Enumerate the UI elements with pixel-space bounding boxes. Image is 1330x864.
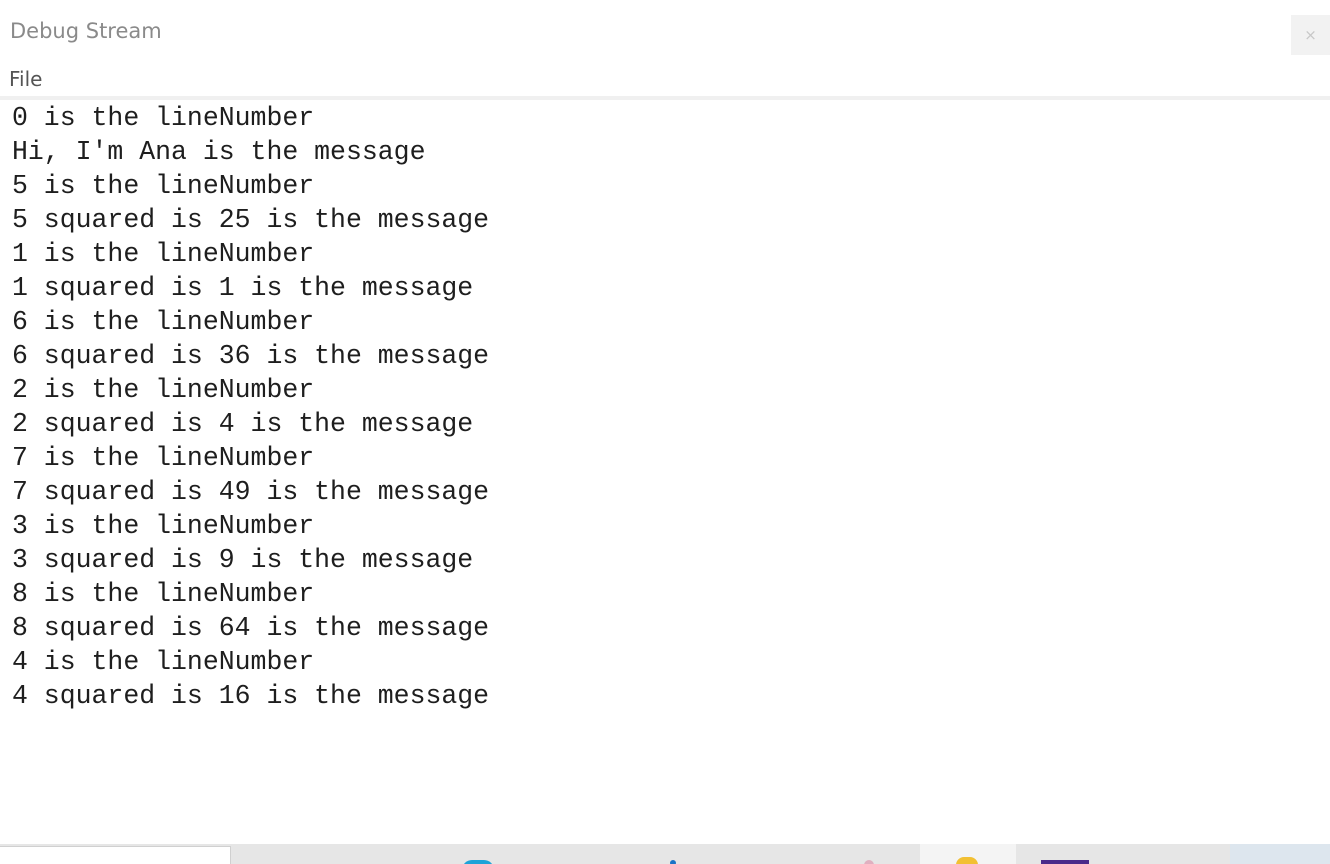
taskbar [0,844,1330,864]
output-line: 3 squared is 9 is the message [12,545,474,575]
pin-icon[interactable] [864,860,874,864]
taskbar-tray [1230,844,1330,864]
taskbar-search-box[interactable] [0,846,231,864]
window-title: Debug Stream [10,19,162,43]
output-line: 8 squared is 64 is the message [12,613,490,643]
taskbar-dot-icon[interactable] [670,860,676,864]
title-bar: Debug Stream × [0,0,1330,62]
app-icon[interactable] [1041,860,1089,864]
output-line: 0 is the lineNumber [12,103,315,133]
output-line: 5 is the lineNumber [12,171,315,201]
output-line: 2 squared is 4 is the message [12,409,474,439]
output-line: 7 squared is 49 is the message [12,477,490,507]
close-button[interactable]: × [1291,15,1330,55]
debug-output-area[interactable]: 0 is the lineNumber Hi, I'm Ana is the m… [0,100,1330,844]
output-line: 7 is the lineNumber [12,443,315,473]
edge-icon[interactable] [462,860,494,864]
output-line: Hi, I'm Ana is the message [12,137,426,167]
folder-icon[interactable] [956,857,978,864]
output-line: 6 is the lineNumber [12,307,315,337]
menu-bar: File [0,62,1330,96]
debug-stream-window: Debug Stream × File 0 is the lineNumber … [0,0,1330,864]
output-line: 1 is the lineNumber [12,239,315,269]
output-line: 2 is the lineNumber [12,375,315,405]
output-line: 5 squared is 25 is the message [12,205,490,235]
output-line: 8 is the lineNumber [12,579,315,609]
close-icon: × [1304,25,1317,44]
menu-item-file[interactable]: File [9,67,42,91]
output-line: 4 is the lineNumber [12,647,315,677]
output-line: 3 is the lineNumber [12,511,315,541]
output-line: 1 squared is 1 is the message [12,273,474,303]
output-line: 4 squared is 16 is the message [12,681,490,711]
output-line: 6 squared is 36 is the message [12,341,490,371]
